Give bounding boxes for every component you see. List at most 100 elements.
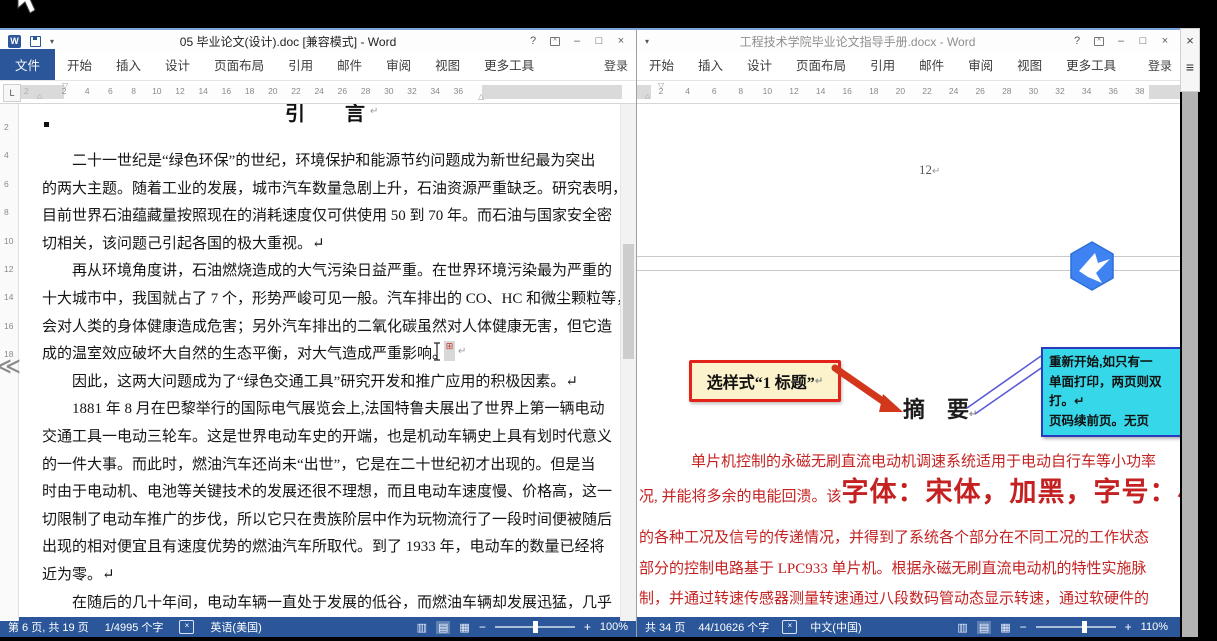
left-vertical-scrollbar[interactable] xyxy=(620,104,636,621)
zoom-out-button[interactable]: − xyxy=(1020,620,1027,634)
note-callout-box[interactable]: 重新开始,如只有一单面打印，两页则双打。↵页码续前页。无页 xyxy=(1041,347,1180,437)
maximize-button[interactable]: □ xyxy=(588,31,610,51)
ribbon-tab[interactable]: 视图 xyxy=(1005,49,1054,80)
doc-line[interactable]: 因此，这两大问题成为了“绿色交通工具”研究开发和推广应用的积极因素。↵ xyxy=(42,369,614,397)
doc-line[interactable]: 的两大主题。随着工业的发展，城市汽车数量急剧上升，石油资源严重缺乏。研究表明， xyxy=(42,176,614,204)
help-button[interactable]: ? xyxy=(1066,31,1088,51)
word-count[interactable]: 44/10626 个字 xyxy=(698,619,769,635)
page-indicator[interactable]: 共 34 页 xyxy=(645,619,685,635)
language-indicator[interactable]: 中文(中国) xyxy=(810,619,861,635)
web-layout-icon[interactable]: ▦ xyxy=(1000,621,1010,634)
read-mode-icon[interactable]: ▥ xyxy=(957,621,967,634)
doc-line[interactable]: 切相关，该问题己引起各国的极大重视。↵ xyxy=(42,231,614,259)
zoom-level[interactable]: 110% xyxy=(1141,621,1168,633)
save-icon[interactable] xyxy=(30,36,41,47)
back-chevron-overlay[interactable]: ≪ xyxy=(0,352,21,381)
ribbon-tab[interactable]: 文件 xyxy=(0,49,55,80)
print-layout-icon[interactable]: ▤ xyxy=(977,621,991,634)
ribbon-tab[interactable]: 页面布局 xyxy=(784,49,858,80)
ribbon-tab[interactable]: 插入 xyxy=(686,49,735,80)
side-scrollbar-strip[interactable] xyxy=(1182,90,1198,637)
style-callout-box[interactable]: 选样式“1 标题”↵ xyxy=(689,360,841,402)
doc-text[interactable]: 二十一世纪是“绿色环保”的世纪，环境保护和能源节约问题成为新世纪最为突出的两大主… xyxy=(42,148,614,617)
zoom-slider-thumb[interactable] xyxy=(533,621,538,633)
doc-line[interactable]: 在随后的几十年间，电动车辆一直处于发展的低谷，而燃油车辆却发展迅猛，几乎 xyxy=(42,590,614,618)
revision-mark[interactable]: ⊞ xyxy=(444,341,455,361)
read-mode-icon[interactable]: ▥ xyxy=(417,621,427,634)
left-horizontal-ruler[interactable]: L 2 24681012141618202224262830323436 ▽ ⌂… xyxy=(0,81,636,104)
thunder-download-icon[interactable] xyxy=(1067,240,1117,292)
ribbon-tab[interactable]: 设计 xyxy=(735,49,784,80)
scrollbar-thumb[interactable] xyxy=(623,244,634,359)
word-count[interactable]: 1/4995 个字 xyxy=(105,619,164,635)
ribbon-tab[interactable]: 更多工具 xyxy=(1054,49,1128,80)
red-paragraph-line[interactable]: 部分的控制电路基于 LPC933 单片机。根据永磁无刷直流电动机的特性实施脉 xyxy=(639,557,1147,578)
zoom-out-button[interactable]: − xyxy=(479,620,486,634)
ribbon-tab[interactable]: 插入 xyxy=(104,49,153,80)
red-paragraph-line[interactable]: 况, 并能将多余的电能回溃。该 字体：宋体，加黑，字号：小二 xyxy=(639,470,1180,509)
doc-line[interactable]: 成的温室效应破坏大自然的生态平衡，对大气造成严重影响。 xyxy=(42,341,614,369)
ribbon-tab[interactable]: 邮件 xyxy=(907,49,956,80)
doc-line[interactable]: 二十一世纪是“绿色环保”的世纪，环境保护和能源节约问题成为新世纪最为突出 xyxy=(42,148,614,176)
sign-in-link[interactable]: 登录 xyxy=(596,51,636,80)
zoom-slider-thumb[interactable] xyxy=(1082,621,1087,633)
ribbon-tab[interactable]: 开始 xyxy=(55,49,104,80)
red-paragraph-line[interactable]: 单片机控制的永磁无刷直流电动机调速系统适用于电动自行车等小功率 xyxy=(691,450,1156,471)
sign-in-link[interactable]: 登录 xyxy=(1140,51,1180,80)
minimize-button[interactable]: – xyxy=(1110,31,1132,51)
doc-line[interactable]: 1881 年 8 月在巴黎举行的国际电气展览会上,法国特鲁夫展出了世界上第一辆电… xyxy=(42,396,614,424)
ribbon-tab[interactable]: 开始 xyxy=(637,49,686,80)
print-layout-icon[interactable]: ▤ xyxy=(436,621,450,634)
spellcheck-icon[interactable]: × xyxy=(179,620,194,634)
ribbon-tab[interactable]: 审阅 xyxy=(956,49,1005,80)
doc-line[interactable]: 会对人类的身体健康造成危害；另外汽车排出的二氧化碳虽然对人体健康无害，但它造 xyxy=(42,314,614,342)
doc-line[interactable]: 再从环境角度讲，石油燃烧造成的大气污染日益严重。在世界环境污染最为严重的 xyxy=(42,258,614,286)
first-line-indent-marker[interactable]: ▽ xyxy=(658,82,664,90)
close-button[interactable]: × xyxy=(1154,31,1176,51)
red-paragraph-line[interactable]: 的各种工况及信号的传递情况，并得到了系统各个部分在不同工况的工作状态 xyxy=(639,526,1149,547)
doc-line[interactable]: 交通工具一电动三轮车。这是世界电动车史的开端，也是机动车辆史上具有划时代意义 xyxy=(42,424,614,452)
ribbon-tab[interactable]: 视图 xyxy=(423,49,472,80)
zoom-slider[interactable] xyxy=(495,626,575,628)
left-document-area: 24681012141618 引 言 ↵ 二十一世纪是“绿色环保”的世纪，环境保… xyxy=(0,104,636,621)
doc-line[interactable]: 目前世界石油蕴藏量按照现在的消耗速度仅可供使用 50 到 70 年。而石油与国家… xyxy=(42,203,614,231)
zoom-in-button[interactable]: + xyxy=(1125,620,1132,634)
right-document-area[interactable]: 12↵ 选样式“1 标题”↵ 摘 要↵ xyxy=(637,104,1180,621)
ribbon-display-options-button[interactable]: ^ xyxy=(544,30,566,52)
ribbon-tab[interactable]: 引用 xyxy=(276,49,325,80)
left-indent-marker[interactable]: ⌂ xyxy=(645,93,650,101)
ribbon-tab[interactable]: 设计 xyxy=(153,49,202,80)
overlay-menu-icon[interactable]: ≡ xyxy=(1186,61,1194,73)
minimize-button[interactable]: – xyxy=(566,31,588,51)
ruler-number: 16 xyxy=(4,321,13,331)
zoom-in-button[interactable]: + xyxy=(584,620,591,634)
doc-line[interactable]: 时由于电动机、电池等关键技术的发展还很不理想，而且电动车速度慢、价格高，这一 xyxy=(42,479,614,507)
left-document-page[interactable]: 引 言 ↵ 二十一世纪是“绿色环保”的世纪，环境保护和能源节约问题成为新世纪最为… xyxy=(18,104,621,621)
zoom-slider[interactable] xyxy=(1036,626,1116,628)
zoom-level[interactable]: 100% xyxy=(600,621,628,633)
web-layout-icon[interactable]: ▦ xyxy=(459,621,469,634)
right-horizontal-ruler[interactable]: 2468101214161820222426283032343638 ▽ ⌂ xyxy=(637,81,1180,104)
help-button[interactable]: ? xyxy=(522,31,544,51)
page-indicator[interactable]: 第 6 页, 共 19 页 xyxy=(8,619,89,635)
doc-line[interactable]: 近为零。↵ xyxy=(42,562,614,590)
doc-line[interactable]: 切限制了电动车推广的步伐，所以它只在贵族阶层中作为玩物流行了一段时间便被随后 xyxy=(42,507,614,535)
ribbon-tab[interactable]: 邮件 xyxy=(325,49,374,80)
left-indent-marker[interactable]: ⌂ xyxy=(37,93,42,101)
first-line-indent-marker[interactable]: ▽ xyxy=(62,82,68,90)
close-button[interactable]: × xyxy=(610,31,632,51)
ribbon-tab[interactable]: 更多工具 xyxy=(472,49,546,80)
right-indent-marker[interactable]: △ xyxy=(478,93,484,101)
red-paragraph-line[interactable]: 制，并通过转速传感器测量转速通过八段数码管动态显示转速，通过软硬件的 xyxy=(639,587,1149,608)
ribbon-tab[interactable]: 引用 xyxy=(858,49,907,80)
overlay-close-icon[interactable]: × xyxy=(1186,35,1194,47)
spellcheck-icon[interactable]: × xyxy=(782,620,797,634)
doc-line[interactable]: 的一件大事。而此时，燃油汽车还尚未“出世”，它是在二十世纪初才出现的。但是当 xyxy=(42,452,614,480)
ribbon-tab[interactable]: 审阅 xyxy=(374,49,423,80)
doc-line[interactable]: 十大城市中，我国就占了 7 个，形势严峻可见一般。汽车排出的 CO、HC 和微尘… xyxy=(42,286,614,314)
tab-selector[interactable]: L xyxy=(3,84,21,102)
doc-line[interactable]: 出现的相对便宜且有速度优势的燃油汽车所取代。到了 1933 年，电动车的数量已经… xyxy=(42,534,614,562)
maximize-button[interactable]: □ xyxy=(1132,31,1154,51)
ribbon-tab[interactable]: 页面布局 xyxy=(202,49,276,80)
language-indicator[interactable]: 英语(美国) xyxy=(210,619,261,635)
